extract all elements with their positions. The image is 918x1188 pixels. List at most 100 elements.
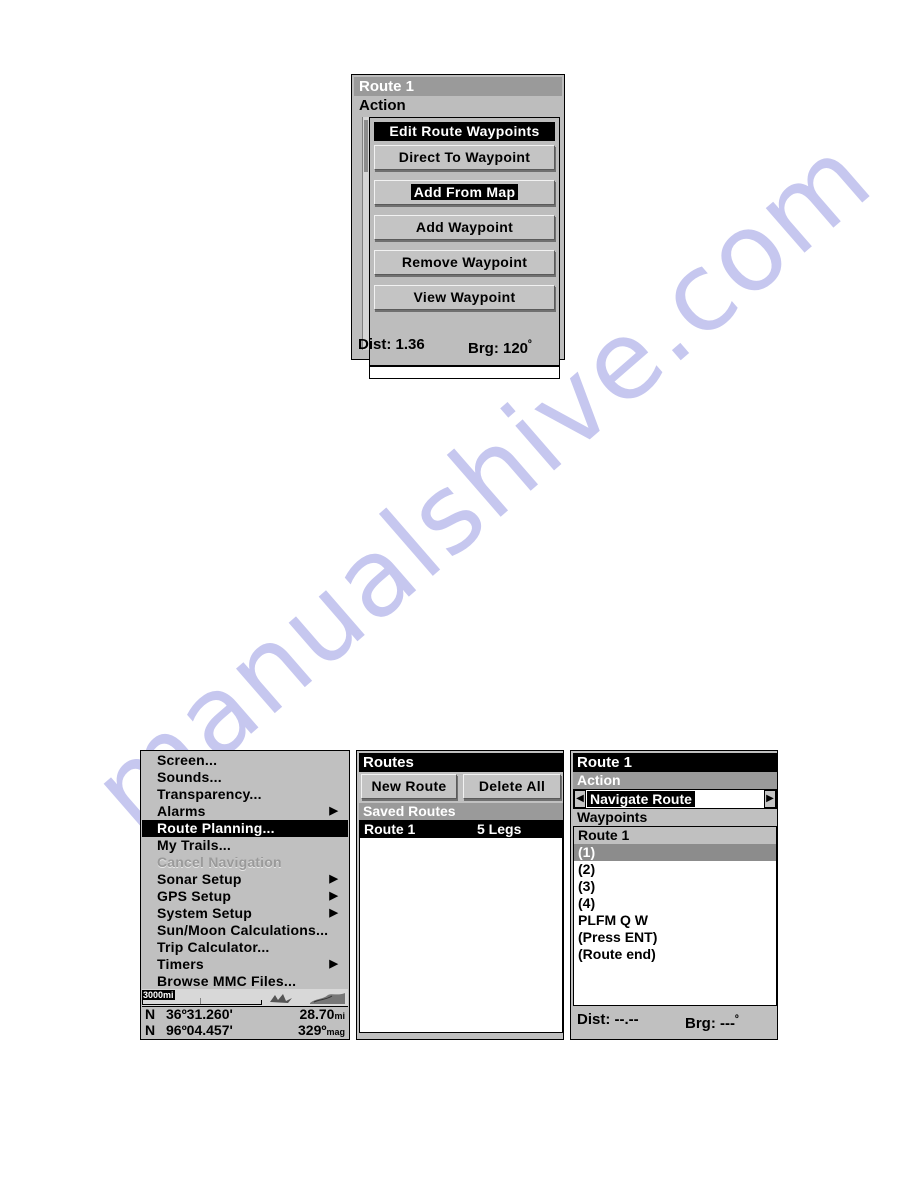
- position-readout-bar: N 36º31.260' 28.70mi N 96º04.457' 329ºma…: [142, 1006, 348, 1039]
- longitude-hemisphere: N: [145, 1022, 156, 1038]
- brg-value: ---: [720, 1015, 735, 1032]
- menu-item-sonar-setup[interactable]: Sonar Setup ▶: [142, 871, 348, 888]
- list-item[interactable]: (4): [574, 895, 776, 912]
- route-detail-title: Route 1: [573, 753, 777, 772]
- waypoints-list-header: Route 1: [574, 827, 776, 844]
- menu-item-transparency-label: Transparency...: [157, 786, 262, 802]
- menu-item-system-setup[interactable]: System Setup ▶: [142, 905, 348, 922]
- latitude-value: 36º31.260': [166, 1006, 233, 1022]
- action-spinner-value: Navigate Route: [587, 791, 695, 807]
- menu-item-gps-setup-label: GPS Setup: [157, 888, 232, 904]
- menu-item-sonar-setup-label: Sonar Setup: [157, 871, 242, 887]
- menu-item-direct-to-waypoint[interactable]: Direct To Waypoint: [374, 145, 555, 170]
- menu-item-sounds-label: Sounds...: [157, 769, 222, 785]
- routes-button-row: New Route Delete All: [361, 774, 561, 799]
- menu-item-add-from-map-label: Add From Map: [410, 184, 519, 200]
- delete-all-button[interactable]: Delete All: [463, 774, 561, 799]
- main-menu-screen: Screen... Sounds... Transparency... Alar…: [140, 750, 350, 1040]
- route-detail-action-label: Action: [573, 772, 777, 789]
- table-row[interactable]: Route 1 5 Legs: [360, 821, 562, 838]
- list-item[interactable]: (2): [574, 861, 776, 878]
- menu-item-my-trails[interactable]: My Trails...: [142, 837, 348, 854]
- route-action-menu: Edit Route Waypoints Direct To Waypoint …: [369, 117, 560, 366]
- chevron-right-icon: ▶: [329, 805, 338, 817]
- menu-item-transparency[interactable]: Transparency...: [142, 786, 348, 803]
- saved-routes-list[interactable]: Route 1 5 Legs: [359, 820, 563, 1033]
- menu-item-screen[interactable]: Screen...: [142, 752, 348, 769]
- map-scale-strip: 3000mi: [142, 989, 348, 1007]
- menu-item-alarms[interactable]: Alarms ▶: [142, 803, 348, 820]
- list-item[interactable]: (Route end): [574, 946, 776, 963]
- menu-item-alarms-label: Alarms: [157, 803, 206, 819]
- list-item[interactable]: (3): [574, 878, 776, 895]
- bearing-value: 329º: [298, 1022, 327, 1038]
- new-route-button[interactable]: New Route: [361, 774, 457, 799]
- latitude-hemisphere: N: [145, 1006, 156, 1022]
- menu-item-system-setup-label: System Setup: [157, 905, 252, 921]
- menu-item-route-planning-label: Route Planning...: [157, 820, 275, 836]
- brg-unit: º: [735, 1014, 739, 1025]
- route-legs: 5 Legs: [477, 821, 522, 837]
- list-item[interactable]: PLFM Q W: [574, 912, 776, 929]
- longitude-row: N 96º04.457' 329ºmag: [142, 1022, 348, 1038]
- menu-item-trip-calculator-label: Trip Calculator...: [157, 939, 270, 955]
- menu-item-add-from-map[interactable]: Add From Map: [374, 180, 555, 205]
- brg-label: Brg:: [468, 340, 499, 357]
- distance-value: 28.70: [299, 1006, 335, 1022]
- menu-item-cancel-navigation-label: Cancel Navigation: [157, 854, 282, 870]
- menu-item-add-waypoint[interactable]: Add Waypoint: [374, 215, 555, 240]
- dist-label: Dist:: [577, 1011, 611, 1028]
- bearing-readout: 329ºmag: [298, 1022, 345, 1040]
- dist-value: --.--: [614, 1011, 639, 1028]
- menu-item-route-planning[interactable]: Route Planning...: [142, 820, 348, 837]
- menu-item-gps-setup[interactable]: GPS Setup ▶: [142, 888, 348, 905]
- menu-item-screen-label: Screen...: [157, 752, 218, 768]
- menu-item-sounds[interactable]: Sounds...: [142, 769, 348, 786]
- popup-scrollbar-thumb[interactable]: [364, 120, 368, 172]
- chevron-right-icon: ▶: [329, 958, 338, 970]
- action-spinner[interactable]: ◀ Navigate Route ▶: [573, 789, 777, 809]
- main-menu-list: Screen... Sounds... Transparency... Alar…: [142, 752, 348, 989]
- dist-value: 1.36: [395, 336, 425, 353]
- map-scale-tick: [200, 998, 201, 1004]
- menu-item-timers-label: Timers: [157, 956, 204, 972]
- route-action-status-bar: Dist: 1.36 Brg: 120º: [354, 333, 562, 357]
- menu-item-sun-moon-calculations[interactable]: Sun/Moon Calculations...: [142, 922, 348, 939]
- list-item[interactable]: (Press ENT): [574, 929, 776, 946]
- routes-screen: Routes New Route Delete All Saved Routes…: [356, 750, 564, 1040]
- chevron-right-icon: ▶: [329, 907, 338, 919]
- distance-unit: mi: [334, 1011, 345, 1021]
- list-item[interactable]: (1): [574, 844, 776, 861]
- menu-item-remove-waypoint[interactable]: Remove Waypoint: [374, 250, 555, 275]
- dist-readout: Dist: 1.36: [358, 333, 425, 357]
- route-name: Route 1: [364, 821, 416, 837]
- menu-item-timers[interactable]: Timers ▶: [142, 956, 348, 973]
- menu-item-edit-route-waypoints[interactable]: Edit Route Waypoints: [374, 122, 555, 141]
- menu-item-view-waypoint[interactable]: View Waypoint: [374, 285, 555, 310]
- menu-item-browse-mmc-files[interactable]: Browse MMC Files...: [142, 973, 348, 990]
- chevron-right-icon: ▶: [329, 873, 338, 885]
- spinner-left-arrow-icon[interactable]: ◀: [574, 790, 586, 808]
- route-detail-screen: Route 1 Action ◀ Navigate Route ▶ Waypoi…: [570, 750, 778, 1040]
- menu-item-my-trails-label: My Trails...: [157, 837, 231, 853]
- menu-item-browse-mmc-files-label: Browse MMC Files...: [157, 973, 297, 989]
- menu-item-trip-calculator[interactable]: Trip Calculator...: [142, 939, 348, 956]
- spinner-right-arrow-icon[interactable]: ▶: [764, 790, 776, 808]
- map-scale-label: 3000mi: [142, 990, 175, 1000]
- menu-item-cancel-navigation: Cancel Navigation: [142, 854, 348, 871]
- route-action-dialog: Route 1 Action Edit Route Waypoints Dire…: [351, 74, 565, 379]
- route-action-dialog-section-label: Action: [354, 96, 562, 116]
- brg-value: 120: [503, 340, 529, 357]
- menu-item-sun-moon-calculations-label: Sun/Moon Calculations...: [157, 922, 329, 938]
- map-scale-ruler: [142, 1000, 262, 1005]
- brg-unit: º: [528, 339, 532, 350]
- popup-empty-field: [369, 366, 560, 379]
- bearing-unit: mag: [326, 1027, 345, 1037]
- waypoints-header: Waypoints: [573, 809, 777, 826]
- longitude-value: 96º04.457': [166, 1022, 233, 1038]
- waypoints-list[interactable]: Route 1 (1) (2) (3) (4) PLFM Q W (Press …: [573, 826, 777, 1006]
- latitude-row: N 36º31.260' 28.70mi: [142, 1006, 348, 1022]
- brg-readout: Brg: ---º: [685, 1008, 739, 1036]
- route-action-dialog-title: Route 1: [354, 77, 562, 96]
- route-detail-status-bar: Dist: --.-- Brg: ---º: [573, 1008, 777, 1032]
